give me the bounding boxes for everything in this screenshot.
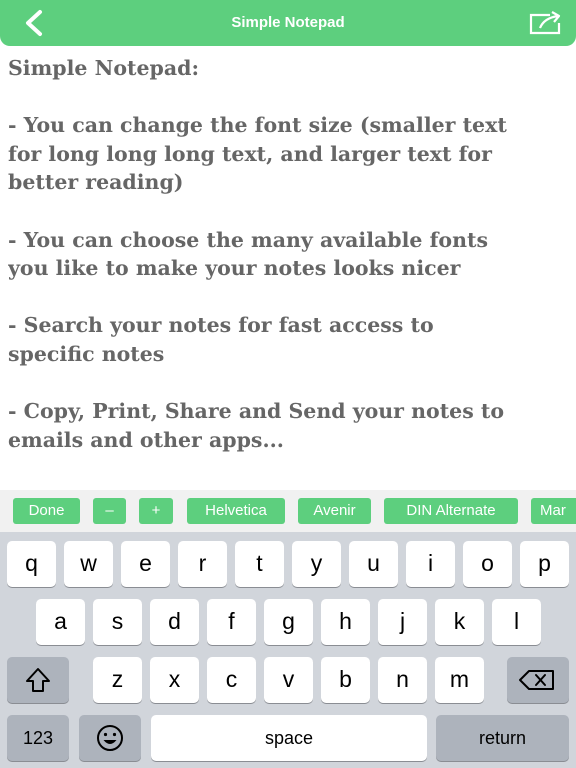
share-icon — [529, 11, 561, 35]
space-key[interactable]: space — [151, 715, 427, 761]
keyboard: q w e r t y u i o p a s d f g h j k l z … — [0, 532, 576, 768]
note-line: emails and other apps... — [8, 427, 284, 452]
numbers-key[interactable]: 123 — [7, 715, 69, 761]
font-option-avenir[interactable]: Avenir — [298, 498, 371, 524]
key-l[interactable]: l — [492, 599, 541, 645]
shift-icon — [26, 668, 50, 692]
key-p[interactable]: p — [520, 541, 569, 587]
key-e[interactable]: e — [121, 541, 170, 587]
key-k[interactable]: k — [435, 599, 484, 645]
key-j[interactable]: j — [378, 599, 427, 645]
key-o[interactable]: o — [463, 541, 512, 587]
note-line: Simple Notepad: — [8, 56, 200, 80]
note-line: - Search your notes for fast access to — [8, 313, 434, 338]
note-line: - You can choose the many available font… — [8, 227, 488, 252]
key-i[interactable]: i — [406, 541, 455, 587]
chevron-left-icon — [26, 10, 42, 36]
note-paragraph: - Copy, Print, Share and Send your notes… — [8, 397, 568, 454]
delete-key[interactable] — [507, 657, 569, 703]
key-y[interactable]: y — [292, 541, 341, 587]
note-line: for long long long text, and larger text… — [8, 141, 492, 166]
key-t[interactable]: t — [235, 541, 284, 587]
font-option-partial[interactable]: Mar — [531, 498, 576, 524]
note-line: you like to make your notes looks nicer — [8, 256, 461, 281]
page-title: Simple Notepad — [231, 14, 345, 31]
key-n[interactable]: n — [378, 657, 427, 703]
note-line: - Copy, Print, Share and Send your notes… — [8, 399, 505, 424]
key-g[interactable]: g — [264, 599, 313, 645]
share-button[interactable] — [526, 6, 566, 40]
key-r[interactable]: r — [178, 541, 227, 587]
emoji-icon — [97, 725, 123, 751]
key-z[interactable]: z — [93, 657, 142, 703]
decrease-font-size-button[interactable]: – — [93, 498, 126, 524]
key-m[interactable]: m — [435, 657, 484, 703]
key-s[interactable]: s — [93, 599, 142, 645]
note-paragraph: - Search your notes for fast access to s… — [8, 311, 568, 368]
font-option-din-alternate[interactable]: DIN Alternate — [384, 498, 518, 524]
nav-bar: Simple Notepad — [0, 0, 576, 46]
key-u[interactable]: u — [349, 541, 398, 587]
key-d[interactable]: d — [150, 599, 199, 645]
note-line: - You can change the font size (smaller … — [8, 113, 507, 138]
font-toolbar: Done – + Helvetica Avenir DIN Alternate … — [0, 490, 576, 532]
key-c[interactable]: c — [207, 657, 256, 703]
font-option-helvetica[interactable]: Helvetica — [187, 498, 285, 524]
increase-font-size-button[interactable]: + — [139, 498, 173, 524]
done-button[interactable]: Done — [13, 498, 80, 524]
backspace-icon — [519, 670, 554, 690]
key-f[interactable]: f — [207, 599, 256, 645]
key-a[interactable]: a — [36, 599, 85, 645]
key-x[interactable]: x — [150, 657, 199, 703]
note-paragraph: - You can change the font size (smaller … — [8, 111, 568, 197]
key-v[interactable]: v — [264, 657, 313, 703]
note-line: specific notes — [8, 341, 165, 366]
shift-key[interactable] — [7, 657, 69, 703]
back-button[interactable] — [14, 6, 54, 40]
note-text-area[interactable]: Simple Notepad: - You can change the fon… — [8, 54, 568, 486]
key-w[interactable]: w — [64, 541, 113, 587]
key-h[interactable]: h — [321, 599, 370, 645]
key-b[interactable]: b — [321, 657, 370, 703]
return-key[interactable]: return — [436, 715, 569, 761]
note-paragraph: - You can choose the many available font… — [8, 226, 568, 283]
note-line: better reading) — [8, 170, 184, 195]
key-q[interactable]: q — [7, 541, 56, 587]
emoji-key[interactable] — [79, 715, 141, 761]
